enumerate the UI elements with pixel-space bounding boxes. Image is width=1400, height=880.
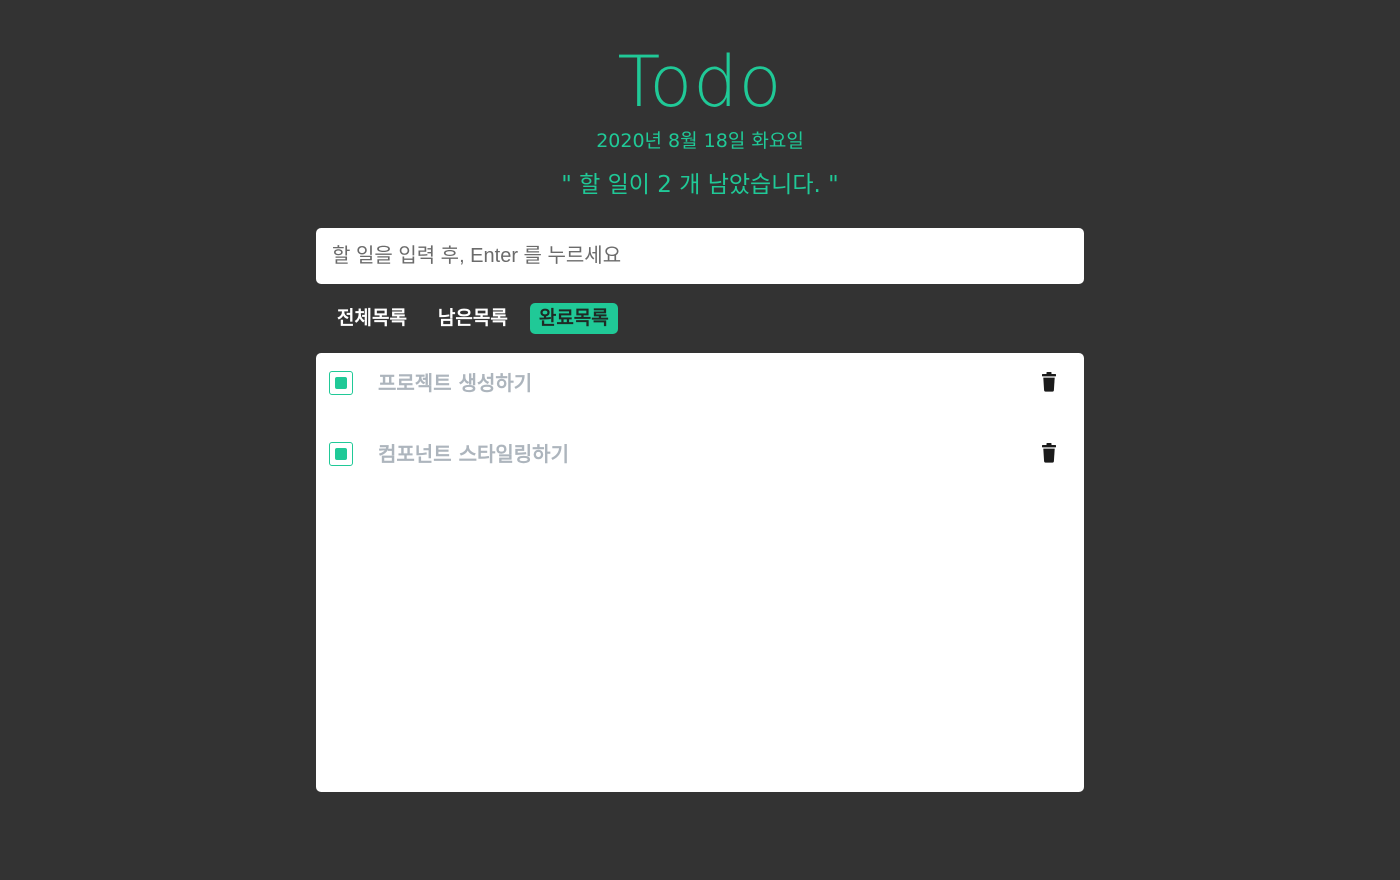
todo-list: 프로젝트 생성하기 컴포넌트 스타일링하기 (316, 353, 1084, 792)
checkbox-fill (335, 377, 347, 389)
trash-icon[interactable] (1040, 443, 1058, 465)
todo-input[interactable] (316, 228, 1084, 284)
checkbox-checked-icon[interactable] (329, 371, 353, 395)
trash-icon[interactable] (1040, 372, 1058, 394)
checkbox-fill (335, 448, 347, 460)
todo-item-text: 컴포넌트 스타일링하기 (378, 442, 569, 466)
remaining-count-text: " 할 일이 2 개 남았습니다. " (561, 172, 839, 198)
tab-remaining[interactable]: 남은목록 (429, 303, 517, 334)
tab-all[interactable]: 전체목록 (328, 303, 416, 334)
todo-item-text: 프로젝트 생성하기 (378, 371, 533, 395)
filter-tabs: 전체목록 남은목록 완료목록 (328, 303, 631, 334)
checkbox-checked-icon[interactable] (329, 442, 353, 466)
todo-item: 컴포넌트 스타일링하기 (316, 433, 1084, 479)
todo-item: 프로젝트 생성하기 (316, 362, 1084, 408)
date-label: 2020년 8월 18일 화요일 (596, 130, 804, 152)
tab-completed[interactable]: 완료목록 (529, 303, 618, 334)
todo-input-container (316, 228, 1084, 284)
app-title: Todo (617, 41, 783, 123)
